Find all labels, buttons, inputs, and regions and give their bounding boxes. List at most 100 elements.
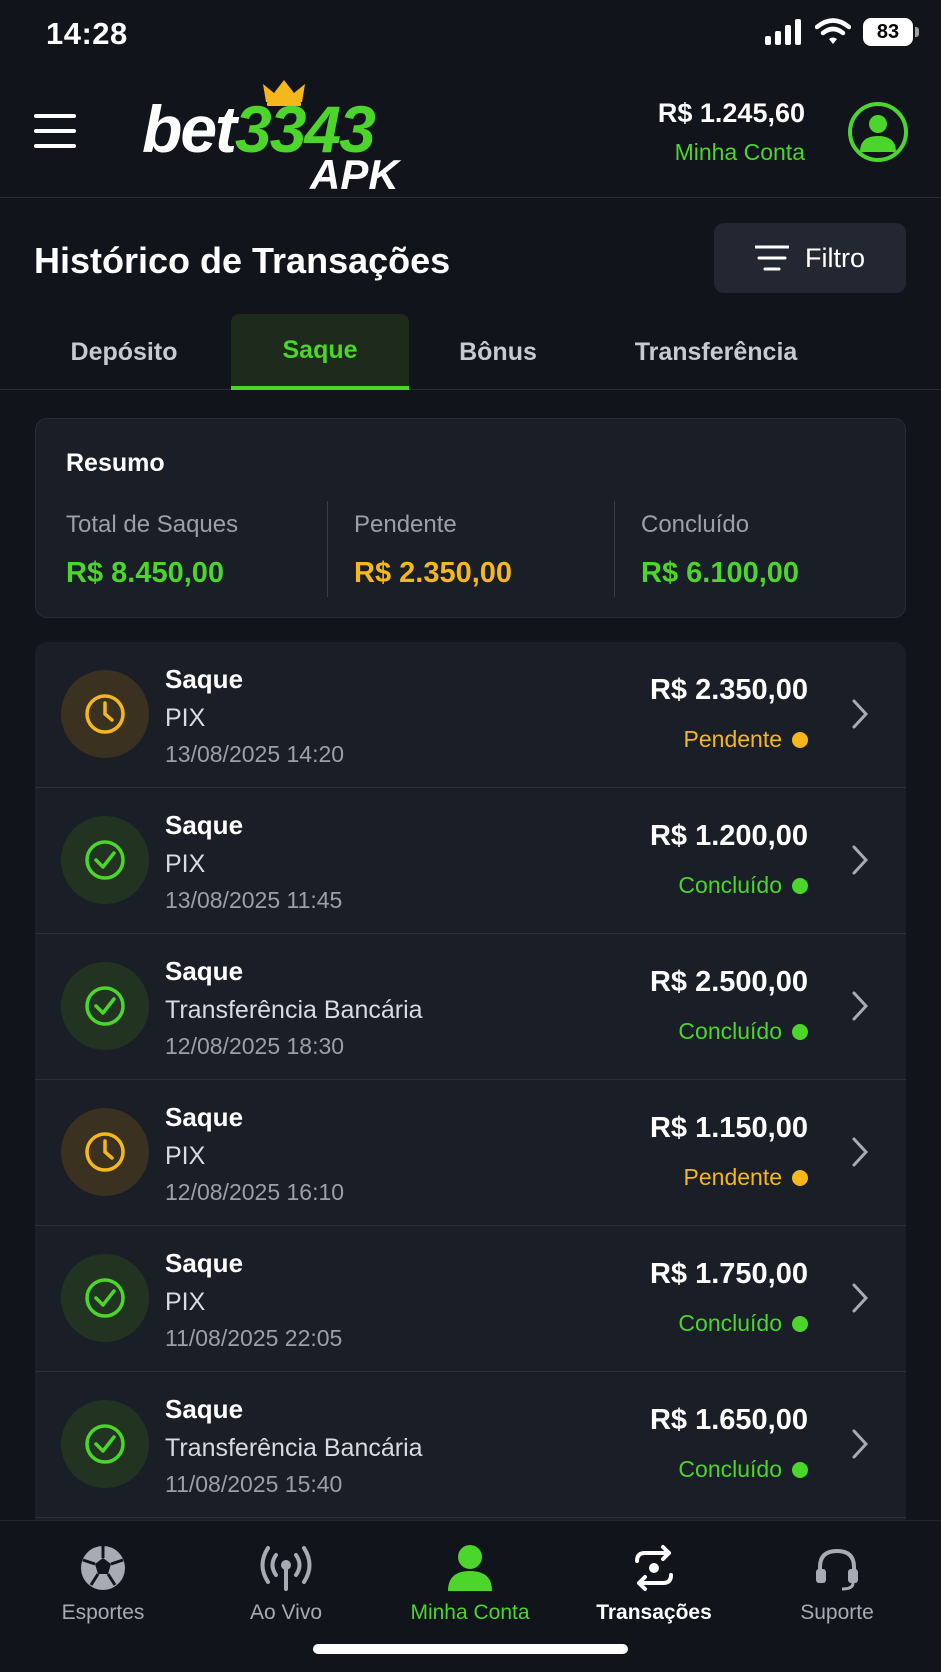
avatar[interactable]: [848, 102, 908, 162]
pending-clock-icon: [61, 670, 149, 758]
transaction-row[interactable]: Saque PIX 13/08/2025 14:20 R$ 2.350,00 P…: [35, 642, 906, 788]
status-badge: Pendente: [684, 726, 808, 753]
transaction-method: Transferência Bancária: [165, 1434, 423, 1462]
app-header: bet3343 APK R$ 1.245,60 Minha Conta: [0, 70, 941, 198]
transaction-date: 11/08/2025 22:05: [165, 1325, 343, 1351]
logo-sub: APK: [310, 151, 399, 198]
transaction-method: PIX: [165, 850, 206, 878]
status-dot: [792, 1461, 808, 1478]
transaction-amount: R$ 1.750,00: [649, 1258, 808, 1290]
status-icons: 83: [765, 18, 919, 46]
status-badge: Concluído: [678, 1310, 808, 1337]
transaction-list: Saque PIX 13/08/2025 14:20 R$ 2.350,00 P…: [35, 642, 906, 1522]
status-dot: [792, 877, 808, 894]
brand-logo[interactable]: bet3343 APK: [142, 78, 432, 198]
account-balance: R$ 1.245,60 Minha Conta: [658, 98, 805, 166]
transaction-row[interactable]: Saque Transferência Bancária 11/08/2025 …: [35, 1372, 906, 1518]
status-badge: Concluído: [678, 1018, 808, 1045]
completed-check-icon: [61, 816, 149, 904]
chevron-right-icon: [852, 1429, 869, 1459]
transaction-amount: R$ 1.200,00: [649, 820, 808, 852]
transaction-title: Saque: [165, 1102, 244, 1132]
transaction-row[interactable]: Saque Transferência Bancária 12/08/2025 …: [35, 934, 906, 1080]
nav-label: Esportes: [61, 1601, 145, 1624]
status-label: Pendente: [683, 726, 782, 752]
summary-completed-label: Concluído: [641, 511, 750, 538]
nav-minha-conta[interactable]: Minha Conta: [376, 1543, 564, 1625]
menu-icon-bar: [34, 129, 76, 133]
nav-label: Minha Conta: [410, 1601, 530, 1624]
transaction-title: Saque: [165, 956, 244, 986]
transaction-title: Saque: [165, 1248, 244, 1278]
completed-check-icon: [61, 962, 149, 1050]
nav-esportes[interactable]: Esportes: [9, 1543, 197, 1625]
chevron-right-icon: [852, 1283, 869, 1313]
nav-transacoes[interactable]: Transações: [560, 1543, 748, 1625]
transactions-icon: [635, 1545, 673, 1591]
chevron-right-icon: [852, 845, 869, 875]
transaction-tabs: Depósito Saque Bônus Transferência: [0, 314, 941, 390]
home-indicator: [313, 1644, 628, 1654]
status-badge: Concluído: [678, 1456, 808, 1483]
menu-icon-bar: [34, 144, 76, 148]
tab-saque[interactable]: Saque: [231, 314, 409, 390]
user-avatar-icon: [860, 115, 896, 152]
summary-completed-value: R$ 6.100,00: [641, 557, 800, 589]
transaction-title: Saque: [165, 664, 244, 694]
transaction-amount: R$ 2.500,00: [649, 966, 808, 998]
status-bar: 14:28 83: [0, 0, 941, 70]
nav-suporte[interactable]: Suporte: [743, 1543, 931, 1625]
chevron-right-icon: [852, 699, 869, 729]
transaction-method: PIX: [165, 1288, 206, 1316]
nav-ao-vivo[interactable]: Ao Vivo: [192, 1543, 380, 1625]
summary-total-label: Total de Saques: [66, 511, 239, 538]
transaction-date: 11/08/2025 15:40: [165, 1471, 343, 1497]
transaction-amount: R$ 1.150,00: [649, 1112, 808, 1144]
status-label: Pendente: [683, 1164, 782, 1190]
tab-transferencia[interactable]: Transferência: [616, 314, 816, 390]
menu-icon: [34, 114, 76, 118]
summary-divider: [614, 501, 615, 597]
status-label: Concluído: [678, 1456, 782, 1482]
status-label: Concluído: [678, 1310, 782, 1336]
pending-clock-icon: [61, 1108, 149, 1196]
nav-label: Transações: [596, 1601, 712, 1624]
nav-label: Suporte: [800, 1601, 874, 1624]
soccer-ball-icon: [81, 1546, 125, 1590]
transaction-title: Saque: [165, 810, 244, 840]
completed-check-icon: [61, 1400, 149, 1488]
summary-completed: Concluído R$ 6.100,00: [641, 511, 799, 590]
status-label: Concluído: [678, 1018, 782, 1044]
filter-button[interactable]: Filtro: [714, 223, 906, 293]
nav-label: Ao Vivo: [250, 1601, 322, 1624]
headset-icon: [816, 1548, 858, 1591]
account-link[interactable]: Minha Conta: [658, 139, 805, 166]
status-dot: [792, 1169, 808, 1186]
summary-pending-value: R$ 2.350,00: [354, 557, 513, 589]
summary-card: Resumo Total de Saques R$ 8.450,00 Pende…: [35, 418, 906, 618]
transaction-date: 12/08/2025 16:10: [165, 1179, 345, 1205]
summary-total: Total de Saques R$ 8.450,00: [66, 511, 238, 590]
status-dot: [792, 1023, 808, 1040]
logo-brand: bet: [142, 92, 237, 166]
summary-divider: [327, 501, 328, 597]
chevron-right-icon: [852, 1137, 869, 1167]
transaction-row[interactable]: Saque PIX 12/08/2025 16:10 R$ 1.150,00 P…: [35, 1080, 906, 1226]
status-dot: [792, 1315, 808, 1332]
tab-deposito[interactable]: Depósito: [36, 314, 212, 390]
transaction-row[interactable]: Saque PIX 13/08/2025 11:45 R$ 1.200,00 C…: [35, 788, 906, 934]
summary-title: Resumo: [66, 449, 165, 477]
transaction-row[interactable]: Saque PIX 11/08/2025 22:05 R$ 1.750,00 C…: [35, 1226, 906, 1372]
live-broadcast-icon: [260, 1546, 312, 1591]
transaction-method: PIX: [165, 1142, 206, 1170]
filter-label: Filtro: [805, 242, 865, 273]
status-label: Concluído: [678, 872, 782, 898]
status-dot: [792, 731, 808, 748]
wifi-icon: [815, 18, 851, 44]
menu-button[interactable]: [34, 114, 76, 148]
transaction-method: Transferência Bancária: [165, 996, 423, 1024]
tab-bonus[interactable]: Bônus: [410, 314, 586, 390]
transaction-amount: R$ 1.650,00: [649, 1404, 808, 1436]
status-badge: Pendente: [684, 1164, 808, 1191]
summary-total-value: R$ 8.450,00: [66, 557, 225, 589]
